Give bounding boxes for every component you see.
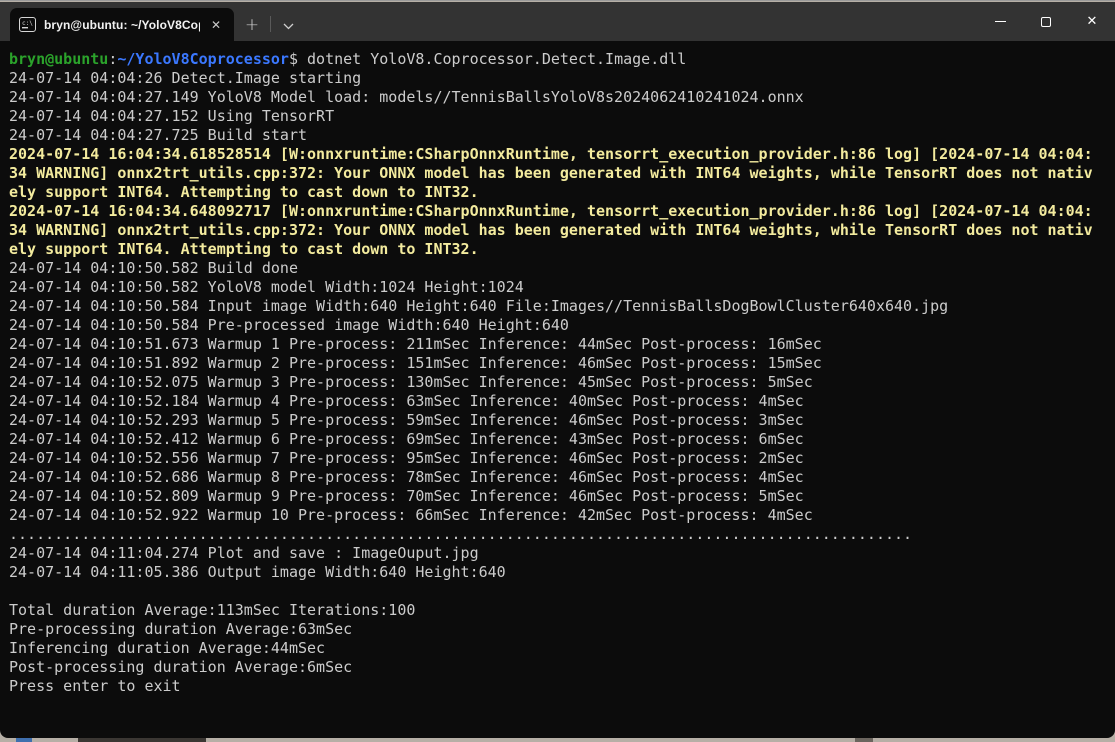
terminal-line: 24-07-14 04:10:50.582 YoloV8 model Width… [9,278,524,296]
terminal-line: 24-07-14 04:10:50.584 Pre-processed imag… [9,316,569,334]
titlebar-drag-area[interactable] [305,2,977,41]
prompt-user-host: bryn@ubuntu [9,50,109,68]
close-icon: ✕ [1086,14,1098,29]
command-prompt-icon: c:\ [19,17,36,32]
terminal-line: 24-07-14 04:10:52.556 Warmup 7 Pre-proce… [9,449,804,467]
terminal-line: 24-07-14 04:10:51.673 Warmup 1 Pre-proce… [9,335,822,353]
terminal-line: 24-07-14 04:04:26 Detect.Image starting [9,69,362,87]
new-tab-button[interactable]: + [234,8,270,41]
terminal-line: ely support INT64. Attempting to cast do… [9,240,479,258]
maximize-button[interactable] [1023,2,1069,41]
terminal-line: 24-07-14 04:10:52.184 Warmup 4 Pre-proce… [9,392,804,410]
desktop-edge-dark-segment [78,738,206,742]
svg-text:c:\: c:\ [22,20,33,27]
prompt-path: ~/YoloV8Coprocessor [117,50,289,68]
prompt-dollar: $ [288,50,308,68]
terminal-line: 24-07-14 04:04:27.149 YoloV8 Model load:… [9,88,804,106]
terminal-line: 24-07-14 04:10:52.075 Warmup 3 Pre-proce… [9,373,813,391]
terminal-line: 24-07-14 04:10:52.922 Warmup 10 Pre-proc… [9,506,813,524]
terminal-line: 34 WARNING] onnx2trt_utils.cpp:372: Your… [9,164,1093,182]
terminal-line: Total duration Average:113mSec Iteration… [9,601,416,619]
command-text: dotnet YoloV8.Coprocessor.Detect.Image.d… [307,50,687,68]
terminal-line: 24-07-14 04:11:05.386 Output image Width… [9,563,506,581]
terminal-line: 24-07-14 04:04:27.152 Using TensorRT [9,107,335,125]
terminal-line: 2024-07-14 16:04:34.618528514 [W:onnxrun… [9,145,1093,163]
terminal-line: 24-07-14 04:10:51.892 Warmup 2 Pre-proce… [9,354,822,372]
titlebar[interactable]: c:\ bryn@ubuntu: ~/YoloV8Coprocessor ✕ +… [0,2,1115,41]
terminal-line: 24-07-14 04:10:50.584 Input image Width:… [9,297,949,315]
desktop-edge [0,737,1115,742]
terminal-line: ........................................… [9,525,913,543]
terminal-line: 24-07-14 04:10:52.412 Warmup 6 Pre-proce… [9,430,804,448]
desktop-edge-blue-sliver [16,738,32,742]
terminal-line: Post-processing duration Average:6mSec [9,658,353,676]
terminal-line: 24-07-14 04:10:52.293 Warmup 5 Pre-proce… [9,411,804,429]
minimize-icon [994,21,1006,22]
terminal-line: 24-07-14 04:10:52.809 Warmup 9 Pre-proce… [9,487,804,505]
terminal-line: 2024-07-14 16:04:34.648092717 [W:onnxrun… [9,202,1093,220]
terminal-output[interactable]: bryn@ubuntu:~/YoloV8Coprocessor$ dotnet … [0,41,1115,738]
terminal-line: 34 WARNING] onnx2trt_utils.cpp:372: Your… [9,221,1093,239]
tab-title: bryn@ubuntu: ~/YoloV8Coprocessor [44,17,200,32]
minimize-button[interactable] [977,2,1023,41]
desktop-edge-dark-notch [855,738,873,742]
maximize-icon [1041,16,1051,27]
terminal-line: Press enter to exit [9,677,181,695]
terminal-line: Inferencing duration Average:44mSec [9,639,326,657]
terminal-line: ely support INT64. Attempting to cast do… [9,183,479,201]
terminal-line: 24-07-14 04:10:52.686 Warmup 8 Pre-proce… [9,468,804,486]
terminal-line: 24-07-14 04:04:27.725 Build start [9,126,308,144]
tab-close-icon[interactable]: ✕ [208,18,224,32]
terminal-lines: 24-07-14 04:04:26 Detect.Image starting 2… [9,69,1115,696]
close-button[interactable]: ✕ [1069,2,1115,41]
terminal-line: Pre-processing duration Average:63mSec [9,620,353,638]
chevron-down-icon [283,15,294,34]
terminal-window: c:\ bryn@ubuntu: ~/YoloV8Coprocessor ✕ +… [0,0,1115,742]
prompt-line: bryn@ubuntu:~/YoloV8Coprocessor$ dotnet … [9,50,1115,69]
tab-active[interactable]: c:\ bryn@ubuntu: ~/YoloV8Coprocessor ✕ [10,8,234,41]
terminal-line: 24-07-14 04:10:50.582 Build done [9,259,298,277]
terminal-line: 24-07-14 04:11:04.274 Plot and save : Im… [9,544,479,562]
tab-dropdown-button[interactable] [271,8,305,41]
